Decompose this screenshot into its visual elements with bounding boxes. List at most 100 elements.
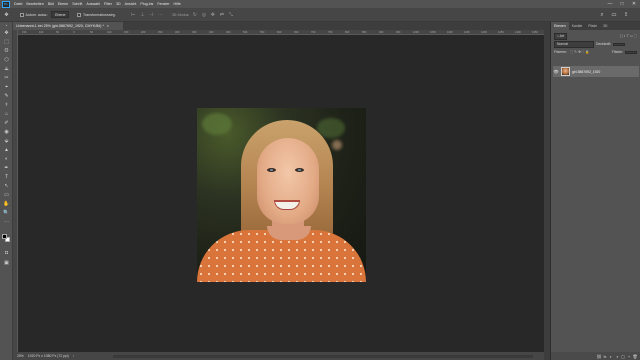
3d-scale-icon[interactable]: ⤡	[227, 11, 234, 18]
clone-stamp-tool-icon[interactable]: ⌂	[0, 109, 13, 118]
3d-rotate-icon[interactable]: ↻	[191, 11, 198, 18]
layer-filter-dropdown[interactable]: ⌕ Art	[554, 32, 567, 40]
object-selection-tool-icon[interactable]: ⬡	[0, 55, 13, 64]
menu-ebene[interactable]: Ebene	[56, 2, 70, 6]
blend-row: Normal Deckkraft:	[551, 40, 640, 48]
ruler-tick-label: 600	[277, 30, 282, 34]
document-size: 1920 Px x 1080 Px (72 ppi)	[27, 354, 69, 358]
transform-controls-checkbox[interactable]: Transformationsstrg.	[77, 12, 116, 17]
zoom-level[interactable]: 25%	[17, 354, 24, 358]
align-left-icon[interactable]: ⊢	[130, 11, 137, 18]
menu-filter[interactable]: Filter	[102, 2, 114, 6]
layer-name[interactable]: girl-5867692_1920	[572, 70, 600, 74]
opacity-field[interactable]	[613, 42, 626, 46]
path-selection-tool-icon[interactable]: ↖	[0, 181, 13, 190]
document-image[interactable]	[197, 108, 366, 282]
3d-slide-icon[interactable]: ⇄	[218, 11, 225, 18]
checkbox-icon[interactable]	[20, 12, 24, 17]
close-tab-icon[interactable]: ×	[107, 24, 109, 28]
menu-plugins[interactable]: Plug-ins	[138, 2, 155, 6]
transform-controls-label: Transformationsstrg.	[82, 12, 116, 17]
search-icon[interactable]: ⌕	[598, 11, 606, 19]
align-center-icon[interactable]: ⊥	[139, 11, 146, 18]
tools-panel: » ✥ ⬚ ʘ ⬡ ⟁ ✂ ⌖ ✎ ⚕ ⌂ ✐ ◉ ⬙ ▲ ◐ ✒ T ↖ ▭ …	[0, 22, 13, 360]
ruler-tick-label: 1150	[464, 30, 470, 34]
screen-mode-icon[interactable]: ▣	[0, 258, 13, 267]
eyedropper-tool-icon[interactable]: ⌖	[0, 82, 13, 91]
crop-tool-icon[interactable]: ⟁	[0, 64, 13, 73]
maximize-icon[interactable]: □	[616, 0, 628, 8]
filter-icons[interactable]: ▢ ◐ T ▭ ⬚	[620, 34, 637, 38]
layer-thumbnail	[561, 67, 570, 76]
move-tool-icon[interactable]: ✥	[3, 11, 10, 18]
quick-mask-icon[interactable]: ◘	[0, 248, 13, 257]
marquee-tool-icon[interactable]: ⬚	[0, 37, 13, 46]
close-window-icon[interactable]: ✕	[628, 0, 640, 8]
history-brush-tool-icon[interactable]: ✐	[0, 118, 13, 127]
workspace-icon[interactable]: ▭	[610, 11, 618, 19]
tab-pfade[interactable]: Pfade	[585, 22, 600, 30]
lasso-tool-icon[interactable]: ʘ	[0, 46, 13, 55]
3d-roll-icon[interactable]: ◎	[200, 11, 207, 18]
blend-mode-dropdown[interactable]: Normal	[554, 40, 594, 48]
ruler-tick-label: 1200	[481, 30, 487, 34]
checkbox-icon[interactable]	[77, 12, 82, 17]
hand-tool-icon[interactable]: ✋	[0, 199, 13, 208]
status-bar: 25% 1920 Px x 1080 Px (72 ppi) ›	[13, 352, 544, 360]
ruler-tick-label: 200	[141, 30, 146, 34]
lock-icons[interactable]: ⬚ ✎ ✥ ⛶ 🔒	[570, 50, 589, 54]
share-icon[interactable]: ⇪	[622, 11, 630, 19]
photoshop-logo-icon[interactable]: Ps	[2, 0, 10, 8]
menu-hilfe[interactable]: Hilfe	[172, 2, 183, 6]
panel-tabs: Ebenen Kanäle Pfade 3D	[551, 22, 640, 30]
brush-tool-icon[interactable]: ⚕	[0, 100, 13, 109]
ruler-tick-label: 50	[90, 30, 93, 34]
layer-row[interactable]: 👁 girl-5867692_1920	[553, 66, 639, 77]
ruler-tick-label: 100	[107, 30, 112, 34]
eraser-tool-icon[interactable]: ◉	[0, 127, 13, 136]
menu-fenster[interactable]: Fenster	[155, 2, 171, 6]
tab-ebenen[interactable]: Ebenen	[551, 22, 569, 30]
menu-ansicht[interactable]: Ansicht	[123, 2, 139, 6]
menu-schrift[interactable]: Schrift	[70, 2, 84, 6]
delete-layer-icon[interactable]: 🗑	[632, 354, 638, 359]
ruler-tick-label: 300	[175, 30, 180, 34]
distribute-icon[interactable]: ⋯	[157, 11, 164, 18]
type-tool-icon[interactable]: T	[0, 172, 13, 181]
gradient-tool-icon[interactable]: ⬙	[0, 136, 13, 145]
3d-pan-icon[interactable]: ✥	[209, 11, 216, 18]
menu-datei[interactable]: Datei	[12, 2, 24, 6]
zoom-tool-icon[interactable]: 🔍	[0, 208, 13, 217]
document-tab[interactable]: Unbenannt-1 bei 25% (girl-5867692_1920, …	[13, 22, 123, 30]
rectangle-tool-icon[interactable]: ▭	[0, 190, 13, 199]
ruler-tick-label: 800	[345, 30, 350, 34]
menu-3d[interactable]: 3D	[114, 2, 123, 6]
tab-kanaele[interactable]: Kanäle	[569, 22, 586, 30]
menu-auswahl[interactable]: Auswahl	[84, 2, 102, 6]
pen-tool-icon[interactable]: ✒	[0, 163, 13, 172]
fill-field[interactable]	[625, 50, 637, 54]
auto-select-dropdown[interactable]: Ebene	[51, 11, 70, 18]
dodge-tool-icon[interactable]: ◐	[0, 154, 13, 163]
menu-bild[interactable]: Bild	[46, 2, 56, 6]
subject-right-eye	[295, 168, 304, 172]
ruler-tick-label: 150	[124, 30, 129, 34]
minimize-icon[interactable]: —	[604, 0, 616, 8]
menu-bearbeiten[interactable]: Bearbeiten	[24, 2, 45, 6]
blur-tool-icon[interactable]: ▲	[0, 145, 13, 154]
healing-brush-tool-icon[interactable]: ✎	[0, 91, 13, 100]
auto-select-checkbox[interactable]: Autom. ausw.: Ebene	[20, 11, 70, 18]
move-tool-icon[interactable]: ✥	[0, 28, 13, 37]
status-arrow-icon[interactable]: ›	[73, 354, 74, 358]
ruler-tick-label: 1000	[413, 30, 419, 34]
more-tools-icon[interactable]: ⋯	[0, 217, 13, 226]
align-right-icon[interactable]: ⊣	[148, 11, 155, 18]
visibility-eye-icon[interactable]: 👁	[553, 69, 559, 74]
foreground-color-swatch[interactable]	[2, 234, 7, 239]
subject-left-eye	[267, 168, 276, 172]
tab-3d[interactable]: 3D	[600, 22, 610, 30]
ruler-tick-label: 150	[22, 30, 27, 34]
horizontal-scrollbar[interactable]	[113, 354, 533, 358]
lock-row: Fixieren: ⬚ ✎ ✥ ⛶ 🔒 Fläche:	[551, 48, 640, 56]
frame-tool-icon[interactable]: ✂	[0, 73, 13, 82]
